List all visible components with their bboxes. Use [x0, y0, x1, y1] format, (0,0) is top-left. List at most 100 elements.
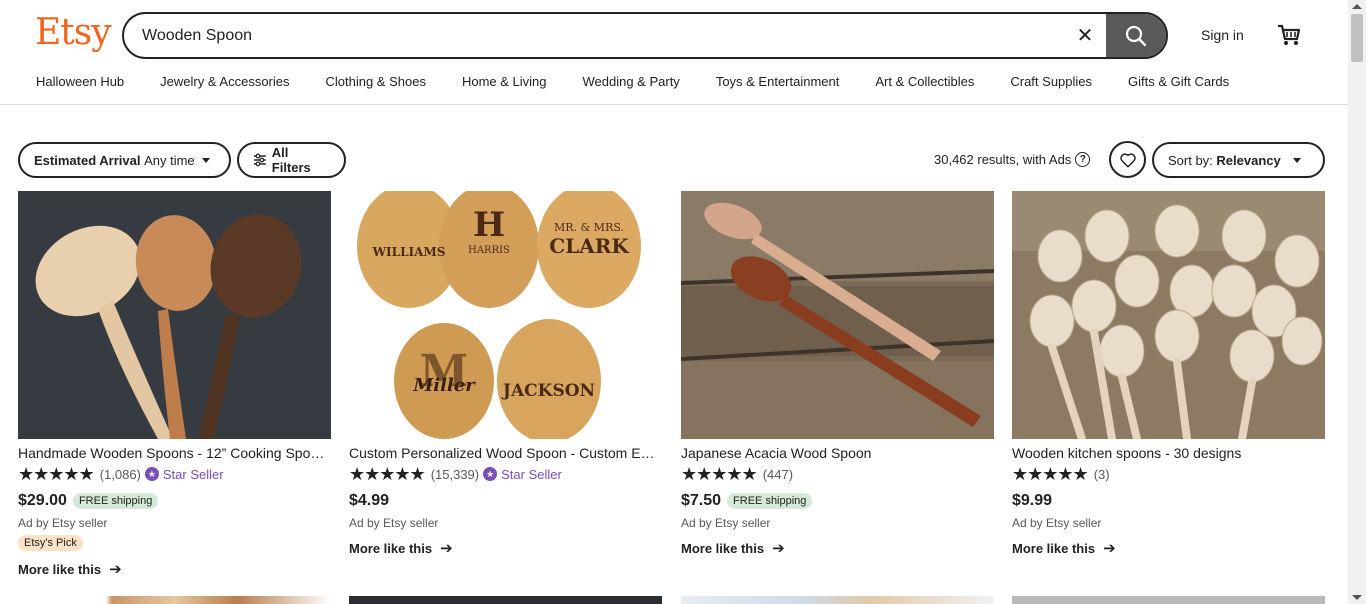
- nav-item-clothing[interactable]: Clothing & Shoes: [308, 74, 444, 96]
- star-seller-label: Star Seller: [162, 466, 224, 482]
- scroll-up-icon[interactable]: [1352, 4, 1362, 9]
- all-filters-label: All Filters: [271, 145, 311, 175]
- rating-row: ★★★★★ (3): [1012, 465, 1325, 483]
- review-count: (447): [762, 466, 794, 482]
- more-like-this-label: More like this: [1012, 540, 1096, 556]
- review-count: (3): [1093, 466, 1110, 482]
- caret-down-icon: [1292, 157, 1301, 163]
- sort-value: Relevancy: [1216, 152, 1281, 168]
- arrow-right-icon: ➔: [772, 540, 785, 557]
- free-shipping-badge: FREE shipping: [727, 493, 813, 509]
- etsy-logo[interactable]: Etsy: [35, 12, 112, 53]
- svg-text:MR. & MRS.: MR. & MRS.: [554, 221, 624, 234]
- nav-item-jewelry[interactable]: Jewelry & Accessories: [142, 74, 307, 96]
- search-bar: ✕: [122, 12, 1168, 59]
- free-shipping-badge: FREE shipping: [72, 493, 159, 509]
- svg-text:WILLIAMS: WILLIAMS: [372, 245, 446, 259]
- svg-text:HARRIS: HARRIS: [468, 245, 510, 256]
- more-like-this-label: More like this: [681, 540, 765, 556]
- price: $29.00: [18, 492, 67, 509]
- star-seller-badge: ★ Star Seller: [144, 466, 224, 482]
- product-title[interactable]: Japanese Acacia Wood Spoon: [681, 445, 994, 461]
- nav-item-toys[interactable]: Toys & Entertainment: [698, 74, 858, 96]
- etsys-pick-badge: Etsy's Pick: [18, 535, 83, 551]
- results-count: 30,462 results, with Ads ?: [934, 152, 1091, 167]
- estimated-arrival-dropdown[interactable]: Estimated Arrival Any time: [18, 142, 231, 178]
- price: $7.50: [681, 492, 722, 509]
- sort-dropdown[interactable]: Sort by: Relevancy: [1152, 142, 1325, 178]
- more-like-this-link[interactable]: More like this ➔: [1012, 539, 1325, 557]
- product-image[interactable]: WILLIAMS H HARRIS MR. & MRS. CLARK M Mil…: [349, 191, 662, 439]
- product-title[interactable]: Handmade Wooden Spoons - 12” Cooking Spo…: [18, 445, 331, 461]
- product-photo: [1012, 191, 1325, 439]
- nav-item-home[interactable]: Home & Living: [444, 74, 565, 96]
- category-nav: Halloween Hub Jewelry & Accessories Clot…: [18, 74, 1247, 96]
- search-input[interactable]: [142, 24, 1042, 48]
- more-like-this-label: More like this: [349, 540, 433, 556]
- scroll-down-icon[interactable]: [1352, 595, 1362, 600]
- product-photo: WILLIAMS H HARRIS MR. & MRS. CLARK M Mil…: [349, 191, 662, 439]
- nav-item-gifts[interactable]: Gifts & Gift Cards: [1110, 74, 1247, 96]
- cart-button[interactable]: [1276, 22, 1302, 48]
- product-photo: [18, 191, 331, 439]
- site-header: Etsy ✕ Sign in Halloween Hub Jewelry & A…: [0, 0, 1348, 105]
- arrow-right-icon: ➔: [1103, 540, 1116, 557]
- sign-in-link[interactable]: Sign in: [1201, 27, 1244, 43]
- product-card[interactable]: Handmade Wooden Spoons - 12” Cooking Spo…: [18, 191, 331, 578]
- product-title[interactable]: Wooden kitchen spoons - 30 designs: [1012, 445, 1325, 461]
- more-like-this-link[interactable]: More like this ➔: [18, 560, 331, 578]
- price-row: $7.50 FREE shipping: [681, 491, 994, 511]
- svg-text:JACKSON: JACKSON: [501, 381, 595, 401]
- arrival-value: Any time: [144, 152, 195, 168]
- arrival-label: Estimated Arrival: [34, 152, 141, 168]
- star-icon: ★★★★★: [681, 464, 758, 484]
- svg-text:Miller: Miller: [412, 375, 476, 396]
- more-like-this-link[interactable]: More like this ➔: [681, 539, 994, 557]
- page-scrollbar[interactable]: [1348, 0, 1366, 604]
- product-image-partial[interactable]: [1012, 596, 1325, 604]
- rating-row: ★★★★★ (447): [681, 465, 994, 483]
- nav-item-halloween[interactable]: Halloween Hub: [18, 74, 142, 96]
- star-icon: ★★★★★: [18, 464, 95, 484]
- search-icon: [1125, 25, 1147, 46]
- rating-row: ★★★★★ (1,086) ★ Star Seller: [18, 465, 331, 483]
- product-card[interactable]: Wooden kitchen spoons - 30 designs ★★★★★…: [1012, 191, 1325, 557]
- product-image[interactable]: [1012, 191, 1325, 439]
- star-seller-icon: ★: [144, 467, 159, 481]
- svg-text:H: H: [473, 205, 505, 245]
- nav-item-craft[interactable]: Craft Supplies: [992, 74, 1110, 96]
- product-title[interactable]: Custom Personalized Wood Spoon - Custom …: [349, 445, 662, 461]
- product-image-partial[interactable]: [681, 596, 994, 604]
- scroll-thumb[interactable]: [1351, 14, 1363, 62]
- close-icon[interactable]: ✕: [1074, 25, 1096, 47]
- results-text: 30,462 results, with Ads: [934, 152, 1072, 167]
- review-count: (15,339): [430, 466, 480, 482]
- save-search-button[interactable]: [1109, 141, 1146, 178]
- more-like-this-link[interactable]: More like this ➔: [349, 539, 662, 557]
- star-seller-icon: ★: [483, 467, 498, 481]
- price-row: $4.99: [349, 491, 662, 511]
- heart-icon: [1119, 152, 1136, 167]
- caret-down-icon: [201, 157, 210, 163]
- filter-icon: [253, 153, 266, 167]
- review-count: (1,086): [99, 466, 141, 482]
- product-card[interactable]: WILLIAMS H HARRIS MR. & MRS. CLARK M Mil…: [349, 191, 662, 557]
- star-seller-label: Star Seller: [501, 466, 562, 482]
- ad-label: Ad by Etsy seller: [349, 516, 439, 530]
- product-image-partial[interactable]: [349, 596, 662, 604]
- svg-text:CLARK: CLARK: [549, 234, 629, 258]
- question-icon[interactable]: ?: [1075, 152, 1091, 167]
- all-filters-button[interactable]: All Filters: [237, 142, 346, 178]
- search-button[interactable]: [1106, 14, 1166, 57]
- product-card[interactable]: Japanese Acacia Wood Spoon ★★★★★ (447) $…: [681, 191, 994, 557]
- ad-label: Ad by Etsy seller: [681, 516, 771, 530]
- product-image[interactable]: [681, 191, 994, 439]
- price-row: $9.99: [1012, 491, 1325, 511]
- product-image-partial[interactable]: [18, 596, 331, 604]
- cart-icon: [1278, 24, 1301, 45]
- star-icon: ★★★★★: [349, 464, 426, 484]
- nav-item-wedding[interactable]: Wedding & Party: [565, 74, 698, 96]
- product-image[interactable]: [18, 191, 331, 439]
- more-like-this-label: More like this: [18, 561, 102, 577]
- nav-item-art[interactable]: Art & Collectibles: [857, 74, 992, 96]
